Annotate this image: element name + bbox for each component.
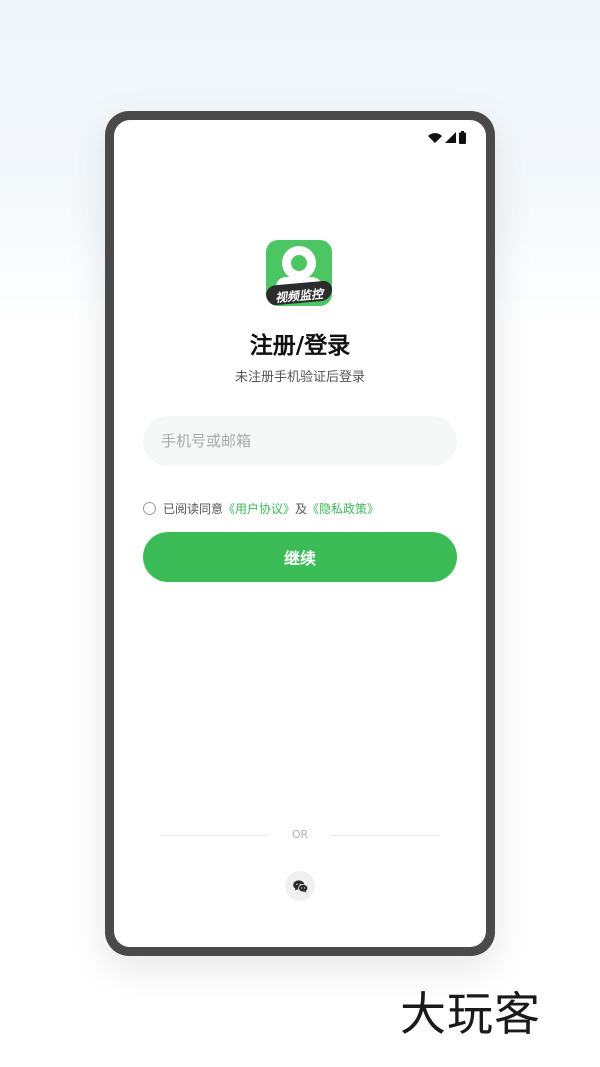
wechat-icon bbox=[292, 879, 308, 893]
page-subtitle: 未注册手机验证后登录 bbox=[234, 370, 365, 385]
phone-or-email-input[interactable] bbox=[143, 416, 457, 466]
wechat-login-button[interactable] bbox=[285, 871, 315, 901]
agreement-checkbox[interactable] bbox=[143, 502, 156, 515]
watermark: 大玩客 bbox=[400, 987, 541, 1041]
agreement-and-text: 及 bbox=[295, 502, 308, 516]
status-bar bbox=[428, 131, 466, 144]
cellular-signal-icon bbox=[445, 132, 456, 143]
agreement-prefix-text: 已阅读同意 bbox=[163, 502, 224, 516]
phone-frame: 视频监控 注册/登录 未注册手机验证后登录 已阅读同意 《用户协议》 及 《隐私… bbox=[105, 111, 495, 956]
user-agreement-link[interactable]: 《用户协议》 bbox=[223, 500, 295, 517]
page-title: 注册/登录 bbox=[249, 333, 351, 359]
battery-icon bbox=[459, 131, 466, 144]
divider-right bbox=[330, 835, 440, 836]
camera-lens-icon bbox=[282, 246, 316, 280]
continue-button[interactable]: 继续 bbox=[143, 532, 457, 582]
privacy-policy-link[interactable]: 《隐私政策》 bbox=[307, 500, 379, 517]
agreement-row: 已阅读同意 《用户协议》 及 《隐私政策》 bbox=[143, 500, 379, 517]
app-logo: 视频监控 bbox=[266, 240, 332, 306]
app-screen: 视频监控 注册/登录 未注册手机验证后登录 已阅读同意 《用户协议》 及 《隐私… bbox=[114, 120, 486, 947]
wifi-icon bbox=[428, 132, 442, 143]
